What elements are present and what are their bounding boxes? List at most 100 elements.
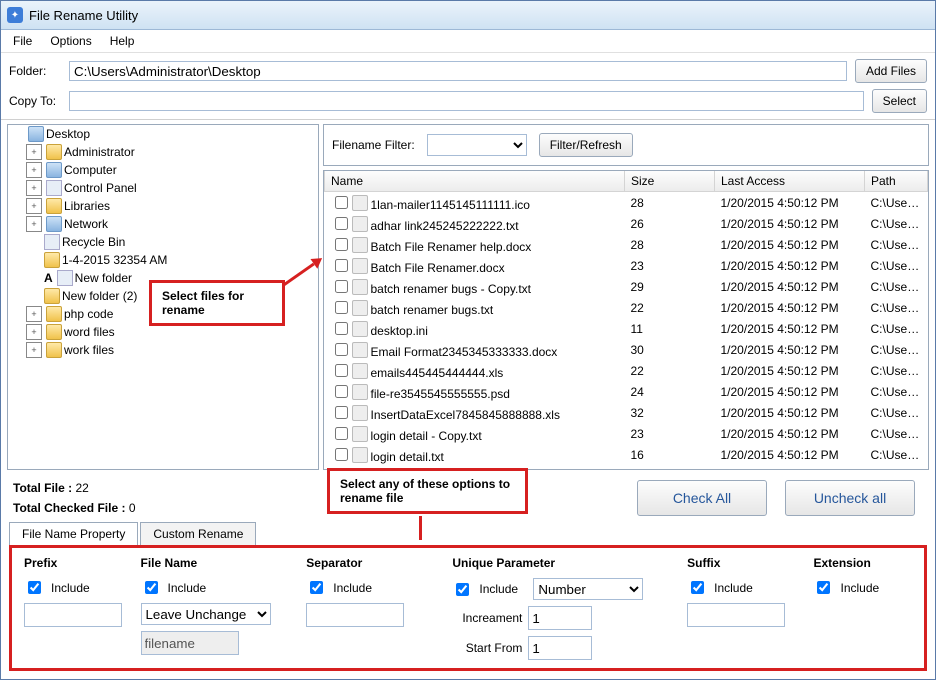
- filter-input[interactable]: [427, 134, 527, 156]
- tree-expand-icon[interactable]: +: [26, 162, 42, 178]
- cell-name: batch renamer bugs - Copy.txt: [371, 282, 532, 296]
- cell-name: login detail - Copy.txt: [371, 429, 482, 443]
- suffix-include-check[interactable]: [691, 581, 704, 594]
- tab-file-name-property[interactable]: File Name Property: [9, 522, 138, 545]
- suffix-title: Suffix: [687, 556, 795, 570]
- row-checkbox[interactable]: [335, 322, 348, 335]
- row-checkbox[interactable]: [335, 238, 348, 251]
- cell-name: Batch File Renamer.docx: [371, 261, 505, 275]
- table-row[interactable]: emails445445444444.xls221/20/2015 4:50:1…: [325, 360, 928, 381]
- row-checkbox[interactable]: [335, 385, 348, 398]
- cell-access: 1/20/2015 4:50:12 PM: [715, 402, 865, 423]
- tree-expand-icon[interactable]: +: [26, 306, 42, 322]
- tree-expand-icon[interactable]: +: [26, 216, 42, 232]
- table-row[interactable]: Email Format2345345333333.docx301/20/201…: [325, 339, 928, 360]
- copyto-input[interactable]: [69, 91, 864, 111]
- row-checkbox[interactable]: [335, 280, 348, 293]
- row-checkbox[interactable]: [335, 448, 348, 461]
- row-checkbox[interactable]: [335, 217, 348, 230]
- tree-item[interactable]: Recycle Bin: [8, 233, 318, 251]
- tree-item-label: Recycle Bin: [62, 235, 125, 249]
- uncheck-all-button[interactable]: Uncheck all: [785, 480, 915, 516]
- menu-file[interactable]: File: [13, 34, 32, 48]
- tree-item[interactable]: Desktop: [8, 125, 318, 143]
- col-size[interactable]: Size: [625, 171, 715, 192]
- row-checkbox[interactable]: [335, 406, 348, 419]
- table-row[interactable]: adhar link245245222222.txt261/20/2015 4:…: [325, 213, 928, 234]
- suffix-input[interactable]: [687, 603, 785, 627]
- table-row[interactable]: file-re3545545555555.psd241/20/2015 4:50…: [325, 381, 928, 402]
- table-row[interactable]: batch renamer bugs.txt221/20/2015 4:50:1…: [325, 297, 928, 318]
- add-files-button[interactable]: Add Files: [855, 59, 927, 83]
- row-checkbox[interactable]: [335, 427, 348, 440]
- tree-item[interactable]: + Libraries: [8, 197, 318, 215]
- filename-option-select[interactable]: Leave Unchange: [141, 603, 271, 625]
- col-access[interactable]: Last Access: [715, 171, 865, 192]
- cell-name: InsertDataExcel7845845888888.xls: [371, 408, 560, 422]
- tree-item[interactable]: +Network: [8, 215, 318, 233]
- window-title: File Rename Utility: [29, 8, 138, 23]
- file-list[interactable]: Name Size Last Access Path 1lan-mailer11…: [323, 170, 929, 470]
- file-icon: [352, 426, 368, 442]
- toolbar: Folder: Add Files Copy To: Select: [1, 53, 935, 120]
- file-icon: [352, 384, 368, 400]
- tree-item[interactable]: + Control Panel: [8, 179, 318, 197]
- menu-help[interactable]: Help: [110, 34, 135, 48]
- extension-include-check[interactable]: [817, 581, 830, 594]
- prefix-include-check[interactable]: [28, 581, 41, 594]
- tree-expand-icon[interactable]: +: [26, 342, 42, 358]
- filename-include-check[interactable]: [145, 581, 158, 594]
- tree-expand-icon[interactable]: +: [26, 198, 42, 214]
- check-all-button[interactable]: Check All: [637, 480, 767, 516]
- separator-include-check[interactable]: [310, 581, 323, 594]
- tab-custom-rename[interactable]: Custom Rename: [140, 522, 256, 545]
- tree-expand-icon[interactable]: +: [26, 324, 42, 340]
- row-checkbox[interactable]: [335, 259, 348, 272]
- startfrom-input[interactable]: [528, 636, 592, 660]
- table-row[interactable]: login detail - Copy.txt231/20/2015 4:50:…: [325, 423, 928, 444]
- menu-options[interactable]: Options: [50, 34, 91, 48]
- table-row[interactable]: login detail.txt161/20/2015 4:50:12 PMC:…: [325, 444, 928, 465]
- table-row[interactable]: Batch File Renamer.docx231/20/2015 4:50:…: [325, 255, 928, 276]
- file-icon: [352, 195, 368, 211]
- increment-input[interactable]: [528, 606, 592, 630]
- row-checkbox[interactable]: [335, 364, 348, 377]
- table-row[interactable]: InsertDataExcel7845845888888.xls 321/20/2…: [325, 402, 928, 423]
- col-path[interactable]: Path: [865, 171, 928, 192]
- col-name[interactable]: Name: [325, 171, 625, 192]
- prefix-input[interactable]: [24, 603, 122, 627]
- tree-item-label: Libraries: [64, 199, 110, 213]
- separator-input[interactable]: [306, 603, 404, 627]
- tree-item[interactable]: + work files: [8, 341, 318, 359]
- row-checkbox[interactable]: [335, 343, 348, 356]
- tree-item-label: Control Panel: [64, 181, 137, 195]
- table-row[interactable]: batch renamer bugs - Copy.txt291/20/2015…: [325, 276, 928, 297]
- cell-path: C:\Users\Adm: [865, 360, 928, 381]
- cell-size: 22: [625, 297, 715, 318]
- table-row[interactable]: Batch File Renamer help.docx281/20/2015 …: [325, 234, 928, 255]
- tree-expand-icon[interactable]: +: [26, 144, 42, 160]
- cell-size: 32: [625, 402, 715, 423]
- generic-icon: [46, 180, 62, 196]
- cell-size: 28: [625, 192, 715, 214]
- tree-item[interactable]: 1-4-2015 32354 AM: [8, 251, 318, 269]
- tree-item[interactable]: +Computer: [8, 161, 318, 179]
- unique-type-select[interactable]: Number: [533, 578, 643, 600]
- tree-item-label: Desktop: [46, 127, 90, 141]
- generic-icon: [44, 234, 60, 250]
- filter-refresh-button[interactable]: Filter/Refresh: [539, 133, 633, 157]
- app-icon: ✦: [7, 7, 23, 23]
- row-checkbox[interactable]: [335, 301, 348, 314]
- table-row[interactable]: desktop.ini111/20/2015 4:50:12 PMC:\User…: [325, 318, 928, 339]
- tree-item[interactable]: +Administrator: [8, 143, 318, 161]
- select-button[interactable]: Select: [872, 89, 927, 113]
- unique-include-check[interactable]: [456, 583, 469, 596]
- tree-item-label: work files: [64, 343, 114, 357]
- table-row[interactable]: 1lan-mailer1145145111111.ico281/20/2015 …: [325, 192, 928, 214]
- cell-size: 11: [625, 318, 715, 339]
- tree-expand-icon[interactable]: +: [26, 180, 42, 196]
- filename-title: File Name: [141, 556, 289, 570]
- row-checkbox[interactable]: [335, 196, 348, 209]
- folder-input[interactable]: [69, 61, 847, 81]
- cell-path: C:\Users\Adm: [865, 255, 928, 276]
